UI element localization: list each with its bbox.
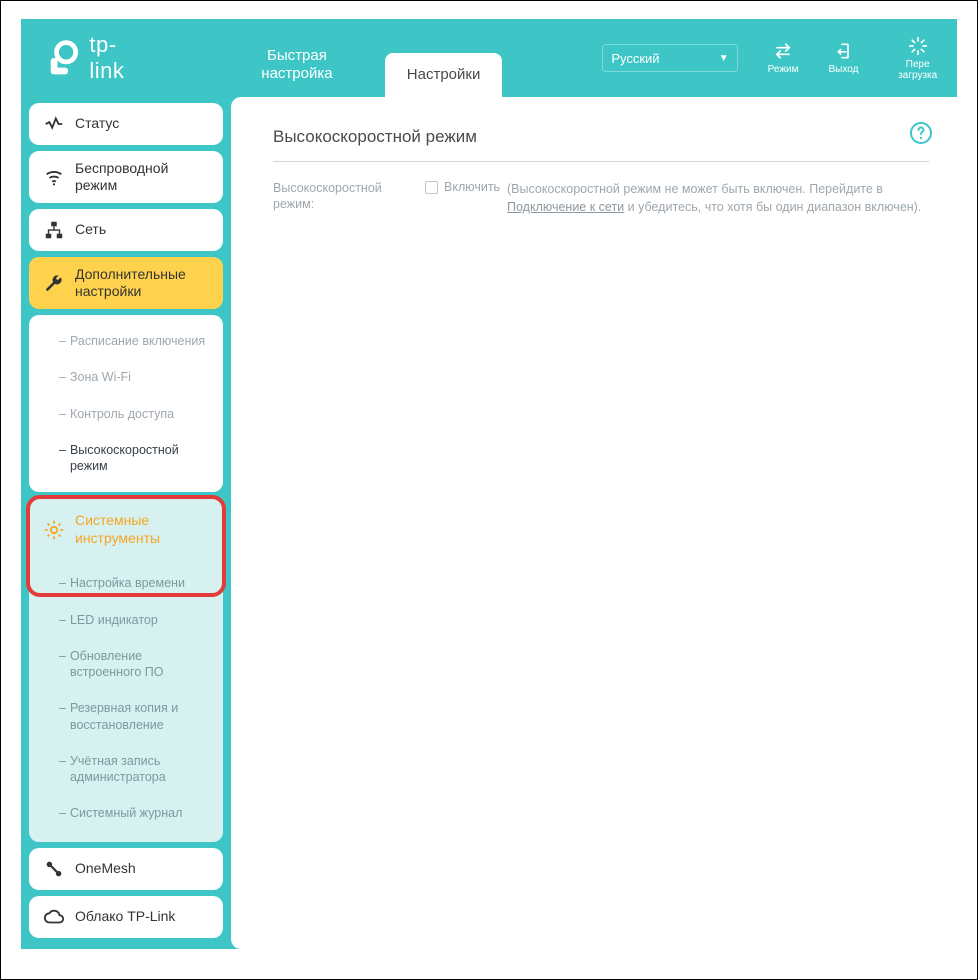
cloud-icon bbox=[43, 906, 65, 928]
sidebar-item-network[interactable]: Сеть bbox=[29, 209, 223, 251]
sidebar-item-onemesh[interactable]: OneMesh bbox=[29, 848, 223, 890]
form-label-highspeed: Высокоскоростной режим: bbox=[273, 180, 425, 213]
sub-item-label: Расписание включения bbox=[70, 333, 205, 349]
note-post: и убедитесь, что хотя бы один диапазон в… bbox=[624, 200, 921, 214]
sub-item-label: Зона Wi-Fi bbox=[70, 369, 131, 385]
logo: tp-link bbox=[45, 32, 149, 84]
systools-submenu: Настройка времени LED индикатор Обновлен… bbox=[29, 561, 223, 841]
checkbox-label: Включить bbox=[444, 180, 500, 194]
mode-icon bbox=[773, 41, 793, 61]
note-link[interactable]: Подключение к сети bbox=[507, 200, 624, 214]
sub-item-label: Резервная копия и восстановление bbox=[70, 700, 213, 733]
logout-icon bbox=[833, 41, 853, 61]
tab-label: Настройки bbox=[407, 66, 481, 83]
chevron-down-icon: ▼ bbox=[719, 53, 729, 64]
sidebar-item-label: Системные инструменты bbox=[75, 512, 211, 547]
content-panel: Высокоскоростной режим Высокоскоростной … bbox=[231, 97, 957, 949]
page-title: Высокоскоростной режим bbox=[273, 127, 929, 162]
logout-button[interactable]: Выход bbox=[829, 41, 859, 75]
tplink-logo-icon bbox=[45, 38, 83, 78]
sub-item-admin[interactable]: Учётная запись администратора bbox=[29, 743, 223, 796]
enable-checkbox[interactable] bbox=[425, 181, 438, 194]
reboot-icon bbox=[908, 36, 928, 56]
sub-item-label: Учётная запись администратора bbox=[70, 753, 213, 786]
sub-item-label: Настройка времени bbox=[70, 575, 185, 591]
language-select[interactable]: Русский ▼ bbox=[602, 44, 737, 72]
sidebar-item-advanced[interactable]: Дополнительные настройки bbox=[29, 257, 223, 309]
sidebar: Статус Беспроводной режим Сеть Дополните… bbox=[21, 97, 231, 949]
sub-item-label: Контроль доступа bbox=[70, 406, 174, 422]
sidebar-item-label: Дополнительные настройки bbox=[75, 266, 211, 301]
sidebar-item-label: Беспроводной режим bbox=[75, 160, 211, 195]
sidebar-item-label: Сеть bbox=[75, 221, 106, 239]
gear-icon bbox=[43, 519, 65, 541]
icon-label: Выход bbox=[829, 64, 859, 75]
wifi-icon bbox=[43, 166, 65, 188]
tab-settings[interactable]: Настройки bbox=[385, 53, 502, 97]
sidebar-item-label: Облако TP-Link bbox=[75, 908, 175, 926]
sub-item-access[interactable]: Контроль доступа bbox=[29, 396, 223, 432]
note-text: (Высокоскоростной режим не может быть вк… bbox=[507, 180, 929, 216]
mode-button[interactable]: Режим bbox=[768, 41, 799, 75]
status-icon bbox=[43, 113, 65, 135]
onemesh-icon bbox=[43, 858, 65, 880]
sub-item-schedule[interactable]: Расписание включения bbox=[29, 323, 223, 359]
sub-item-syslog[interactable]: Системный журнал bbox=[29, 795, 223, 831]
sub-item-time[interactable]: Настройка времени bbox=[29, 565, 223, 601]
tab-label: Быстрая настройка bbox=[233, 47, 361, 83]
sub-item-firmware[interactable]: Обновление встроенного ПО bbox=[29, 638, 223, 691]
sub-item-label: LED индикатор bbox=[70, 612, 158, 628]
tab-quick-setup[interactable]: Быстрая настройка bbox=[209, 34, 385, 97]
wrench-icon bbox=[43, 272, 65, 294]
sub-item-label: Системный журнал bbox=[70, 805, 182, 821]
advanced-submenu: Расписание включения Зона Wi-Fi Контроль… bbox=[29, 315, 223, 492]
help-button[interactable] bbox=[909, 121, 933, 145]
sub-item-led[interactable]: LED индикатор bbox=[29, 602, 223, 638]
sidebar-item-status[interactable]: Статус bbox=[29, 103, 223, 145]
sidebar-item-systools: Системные инструменты Настройка времени … bbox=[29, 498, 223, 841]
icon-label: Режим bbox=[768, 64, 799, 75]
sub-item-label: Обновление встроенного ПО bbox=[70, 648, 213, 681]
logo-text: tp-link bbox=[89, 32, 149, 84]
note-pre: (Высокоскоростной режим не может быть вк… bbox=[507, 182, 883, 196]
sub-item-wifizone[interactable]: Зона Wi-Fi bbox=[29, 359, 223, 395]
sidebar-item-wireless[interactable]: Беспроводной режим bbox=[29, 151, 223, 203]
sub-item-highspeed[interactable]: Высокоскоростной режим bbox=[29, 432, 223, 485]
sub-item-backup[interactable]: Резервная копия и восстановление bbox=[29, 690, 223, 743]
network-icon bbox=[43, 219, 65, 241]
systools-header[interactable]: Системные инструменты bbox=[29, 498, 223, 561]
icon-label: Пере загрузка bbox=[888, 59, 947, 81]
sidebar-item-cloud[interactable]: Облако TP-Link bbox=[29, 896, 223, 938]
sidebar-item-label: OneMesh bbox=[75, 860, 136, 878]
reboot-button[interactable]: Пере загрузка bbox=[888, 36, 947, 81]
sidebar-item-label: Статус bbox=[75, 115, 119, 133]
sub-item-label: Высокоскоростной режим bbox=[70, 442, 213, 475]
help-icon bbox=[909, 121, 933, 145]
language-value: Русский bbox=[611, 51, 659, 66]
